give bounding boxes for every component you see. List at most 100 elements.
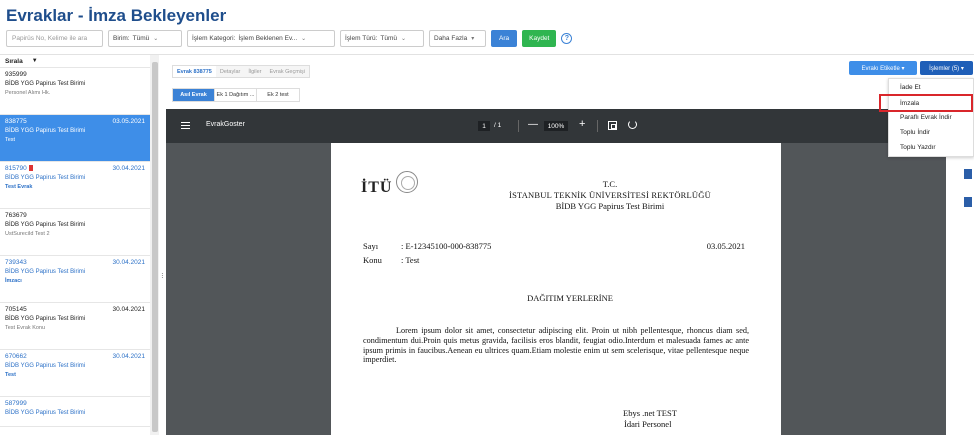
- list-item[interactable]: 838775 03.05.2021 BİDB YGG Papirus Test Bi…: [0, 115, 150, 162]
- document-subject: Test Evrak Konu: [5, 325, 46, 331]
- tab-ilgiler[interactable]: İlgiler: [244, 66, 265, 77]
- menu-item-toplu-indir[interactable]: Toplu İndir: [900, 129, 930, 136]
- document-subject: Personel Alımı Hk.: [5, 90, 51, 96]
- menu-item-parafli-indir[interactable]: Paraflı Evrak İndir: [900, 114, 952, 121]
- doc-distribution-heading: DAĞITIM YERLERİNE: [527, 293, 613, 303]
- toolbar-divider: [518, 120, 519, 132]
- document-unit: BİDB YGG Papirus Test Birimi: [5, 410, 86, 416]
- filter-toolbar: Papirüs No, Kelime ile ara Birim: Tümü ⌄…: [6, 29, 573, 47]
- tab-ek-2[interactable]: Ek 2 test: [257, 89, 299, 101]
- thumbnail-icon[interactable]: [964, 197, 972, 207]
- document-page: İTÜ T.C. İSTANBUL TEKNİK ÜNİVERSİTESİ RE…: [331, 143, 781, 435]
- chevron-down-icon: ⌄: [401, 35, 407, 42]
- list-item[interactable]: 705145 30.04.2021 BİDB YGG Papirus Test Bi…: [0, 303, 150, 350]
- doc-header-university: İSTANBUL TEKNİK ÜNİVERSİTESİ REKTÖRLÜĞÜ: [509, 190, 711, 200]
- tab-evrak-gecmisi[interactable]: Evrak Geçmişi: [266, 66, 309, 77]
- save-button[interactable]: Kaydet: [522, 29, 557, 47]
- toolbar-divider: [597, 120, 598, 132]
- fit-page-icon[interactable]: [608, 121, 617, 130]
- document-unit: BİDB YGG Papirus Test Birimi: [5, 128, 86, 134]
- sort-control[interactable]: Sırala ▼: [0, 55, 150, 68]
- sort-label: Sırala: [5, 57, 23, 65]
- thumbnail-icon[interactable]: [964, 169, 972, 179]
- sayi-label: Sayı: [363, 241, 379, 251]
- document-subject: Test: [5, 372, 16, 378]
- document-subject: UstSureciId Test 2: [5, 231, 50, 237]
- document-date: 30.04.2021: [112, 259, 145, 266]
- zoom-level-input[interactable]: 100%: [544, 121, 568, 131]
- konu-label: Konu: [363, 255, 382, 265]
- help-icon[interactable]: ?: [561, 32, 573, 44]
- document-unit: BİDB YGG Papirus Test Birimi: [5, 316, 86, 322]
- list-item[interactable]: 587999 BİDB YGG Papirus Test Birimi: [0, 397, 150, 427]
- list-item[interactable]: 763679 BİDB YGG Papirus Test Birimi UstSur…: [0, 209, 150, 256]
- more-label: Daha Fazla: [434, 34, 468, 42]
- konu-value: : Test: [401, 255, 420, 265]
- doc-header-unit: BİDB YGG Papirus Test Birimi: [555, 201, 665, 211]
- document-date: 30.04.2021: [112, 165, 145, 172]
- document-list: Sırala ▼ 935999 BİDB YGG Papirus Test Bir…: [0, 55, 150, 435]
- page-number-input[interactable]: 1: [478, 121, 490, 131]
- highlight-box: [879, 94, 973, 112]
- viewer-title: EvrakGoster: [206, 121, 245, 128]
- document-unit: BİDB YGG Papirus Test Birimi: [5, 81, 86, 87]
- chevron-down-icon: ⌄: [301, 35, 307, 42]
- doc-signer-title: İdari Personel: [624, 419, 672, 429]
- document-date: 03.05.2021: [112, 118, 145, 125]
- actions-button[interactable]: İşlemler (5) ▾: [920, 61, 973, 75]
- document-date: 30.04.2021: [112, 306, 145, 313]
- document-date: 30.04.2021: [112, 353, 145, 360]
- search-input[interactable]: Papirüs No, Kelime ile ara: [6, 29, 103, 47]
- tur-label: İşlem Türü:: [345, 34, 378, 42]
- doc-signer: Ebys .net TEST: [623, 408, 677, 418]
- attachment-tabs: Asıl Evrak Ek 1 Dağıtım ... Ek 2 test: [172, 88, 300, 102]
- list-scrollbar-thumb[interactable]: [152, 62, 158, 432]
- document-subject: İmzacı: [5, 278, 22, 284]
- doc-date: 03.05.2021: [706, 241, 745, 251]
- document-unit: BİDB YGG Papirus Test Birimi: [5, 175, 86, 181]
- document-subject: Test Evrak: [5, 184, 33, 190]
- doc-konu: Konu : Test: [363, 255, 419, 265]
- search-button[interactable]: Ara: [491, 29, 518, 47]
- document-subject: Test: [5, 137, 16, 143]
- menu-icon[interactable]: [181, 122, 190, 129]
- birim-select[interactable]: Birim: Tümü ⌄: [108, 29, 182, 47]
- chevron-down-icon: ▾: [471, 35, 475, 42]
- doc-sayi: Sayı : E-12345100-000-838775: [363, 241, 491, 251]
- doc-body: Lorem ipsum dolor sit amet, consectetur …: [363, 326, 749, 365]
- menu-item-toplu-yazdir[interactable]: Toplu Yazdır: [900, 144, 936, 151]
- page-title: Evraklar - İmza Bekleyenler: [6, 6, 227, 25]
- splitter-grip-icon[interactable]: · · ·: [161, 270, 164, 282]
- list-item[interactable]: 935999 BİDB YGG Papirus Test Birimi Person…: [0, 68, 150, 115]
- zoom-in-icon[interactable]: +: [579, 118, 585, 130]
- tag-document-button[interactable]: Evrakı Etiketle ▾: [849, 61, 917, 75]
- thumbnail-strip: [946, 143, 974, 435]
- kategori-select[interactable]: İşlem Kategori: İşlem Beklenen Ev... ⌄: [187, 29, 335, 47]
- tab-ek-1[interactable]: Ek 1 Dağıtım ...: [215, 89, 257, 101]
- flag-icon: [28, 165, 33, 172]
- chevron-down-icon: ⌄: [153, 35, 159, 42]
- document-number: 587999: [5, 400, 27, 407]
- menu-item-iade-et[interactable]: İade Et: [900, 84, 921, 91]
- document-number: 935999: [5, 71, 27, 78]
- page-total: / 1: [494, 122, 502, 129]
- detail-tabs: Evrak 838775 Detaylar İlgiler Evrak Geçm…: [172, 65, 310, 78]
- panel-splitter[interactable]: [159, 55, 164, 435]
- list-item[interactable]: 815790 30.04.2021 BİDB YGG Papirus Test Bi…: [0, 162, 150, 209]
- tur-select[interactable]: İşlem Türü: Tümü ⌄: [340, 29, 424, 47]
- tab-evrak[interactable]: Evrak 838775: [173, 66, 216, 77]
- tur-value: Tümü: [380, 34, 398, 42]
- more-select[interactable]: Daha Fazla ▾: [429, 29, 486, 47]
- list-item[interactable]: 670662 30.04.2021 BİDB YGG Papirus Test Bi…: [0, 350, 150, 397]
- pdf-viewer: EvrakGoster 1 / 1 — 100% + İTÜ T.C. İSTA…: [166, 109, 974, 435]
- sayi-value: : E-12345100-000-838775: [401, 241, 492, 251]
- rotate-icon[interactable]: [628, 120, 637, 129]
- tab-asil-evrak[interactable]: Asıl Evrak: [173, 89, 215, 101]
- actions-dropdown: İade Et İmzala Paraflı Evrak İndir Toplu…: [888, 78, 974, 157]
- document-unit: BİDB YGG Papirus Test Birimi: [5, 363, 86, 369]
- tab-detaylar[interactable]: Detaylar: [216, 66, 244, 77]
- list-item[interactable]: 739343 30.04.2021 BİDB YGG Papirus Test Bi…: [0, 256, 150, 303]
- zoom-out-icon[interactable]: —: [528, 119, 538, 130]
- birim-label: Birim:: [113, 34, 130, 42]
- doc-header-tc: T.C.: [602, 179, 618, 189]
